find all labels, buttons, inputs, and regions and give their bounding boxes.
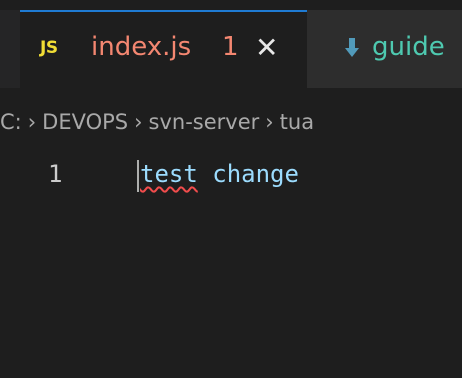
code-line[interactable]: 1 test change bbox=[0, 160, 462, 192]
markdown-download-icon bbox=[345, 38, 359, 57]
problem-count-badge: 1 bbox=[222, 32, 239, 62]
error-token[interactable]: test bbox=[140, 160, 198, 188]
javascript-file-icon: JS bbox=[40, 38, 58, 58]
tab-index-js[interactable]: JS index.js 1 ✕ bbox=[20, 10, 307, 88]
code-token: change bbox=[197, 160, 299, 188]
breadcrumb-item[interactable]: DEVOPS bbox=[42, 110, 128, 134]
text-cursor bbox=[137, 160, 139, 192]
editor-window: JS index.js 1 ✕ guide C: › DEVOPS › svn-… bbox=[0, 0, 462, 378]
breadcrumb-item[interactable]: svn-server bbox=[149, 110, 260, 134]
line-number: 1 bbox=[48, 160, 63, 188]
chevron-right-icon: › bbox=[265, 110, 274, 134]
close-icon[interactable]: ✕ bbox=[255, 31, 278, 64]
tab-label: guide bbox=[372, 32, 445, 62]
tab-guide[interactable]: guide bbox=[307, 10, 462, 88]
breadcrumb: C: › DEVOPS › svn-server › tua bbox=[0, 107, 462, 137]
chevron-right-icon: › bbox=[134, 110, 143, 134]
code-text[interactable]: test change bbox=[140, 160, 299, 188]
tab-label: index.js bbox=[91, 32, 192, 62]
breadcrumb-item[interactable]: tua bbox=[280, 110, 314, 134]
code-editor[interactable]: 1 test change bbox=[0, 150, 462, 378]
chevron-right-icon: › bbox=[27, 110, 37, 134]
breadcrumb-item[interactable]: C: bbox=[0, 110, 22, 134]
title-strip bbox=[0, 0, 462, 10]
tab-bar: JS index.js 1 ✕ guide bbox=[0, 10, 462, 88]
